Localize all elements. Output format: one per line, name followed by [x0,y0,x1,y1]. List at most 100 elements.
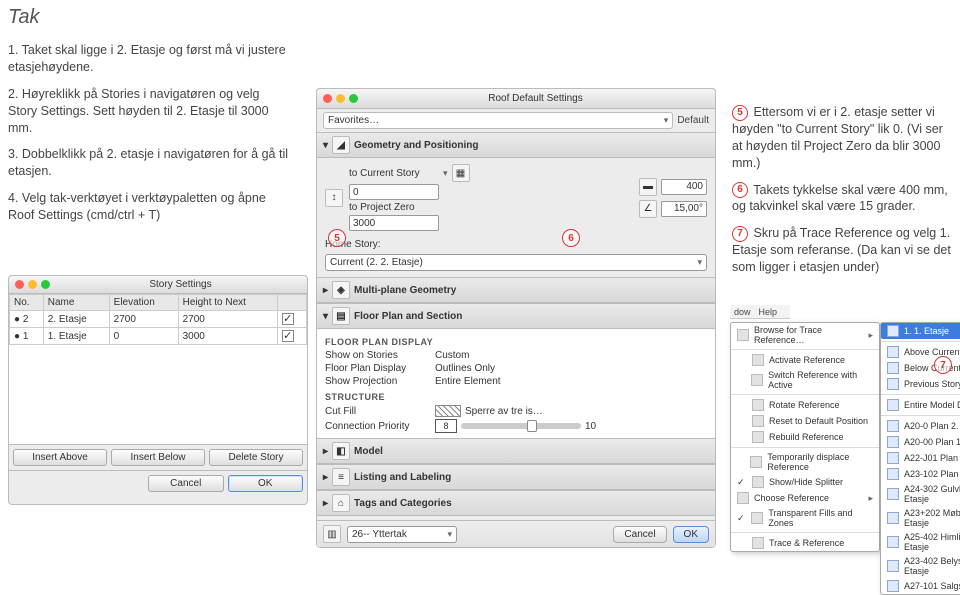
fp-display-row[interactable]: Floor Plan Display Outlines Only [325,362,707,375]
submenu-a22[interactable]: A22-J01 Plan 2. Etasje [881,450,960,466]
zoom-icon[interactable] [41,280,50,289]
submenu-a23-202[interactable]: A23+202 Møbleringsplan 2. Etasje [881,506,960,530]
submenu-a27[interactable]: A27-101 Salgstegning [881,578,960,594]
current-height-input[interactable]: 0 [349,184,439,200]
section-model[interactable]: ▸ ◧ Model [317,438,715,464]
transparent-icon [751,512,763,524]
submenu-1-etasje[interactable]: 1. 1. Etasje [881,323,960,339]
submenu-previous[interactable]: Previous Story [881,376,960,392]
switch-icon [751,374,763,386]
trace-reference-menu: Browse for Trace Reference… Activate Ref… [730,322,880,552]
page-title: Tak [0,0,960,35]
submenu-a25[interactable]: A25-402 Himlingsplan 2. Etasje [881,530,960,554]
section-floorplan[interactable]: ▾ ▤ Floor Plan and Section [317,303,715,329]
table-row[interactable]: ● 2 2. Etasje 2700 2700 [10,311,307,328]
sheet-icon [887,488,899,500]
submenu-display[interactable]: Entire Model Display [881,397,960,413]
close-icon[interactable] [15,280,24,289]
show-projection-row[interactable]: Show Projection Entire Element [325,375,707,388]
col-no: No. [10,295,44,311]
marker-5: 5 [328,229,346,247]
cut-fill-row[interactable]: Cut Fill Sperre av tre is… [325,404,707,418]
menu-choose-reference-2[interactable]: Choose Reference [731,490,879,506]
priority-slider[interactable] [461,423,581,429]
model-icon: ◧ [332,442,350,460]
menu-trace-reference[interactable]: Trace & Reference [731,535,879,551]
minimize-icon[interactable] [336,94,345,103]
close-icon[interactable] [323,94,332,103]
connection-priority-row[interactable]: Connection Priority 8 10 [325,418,707,434]
fp-display-head: FLOOR PLAN DISPLAY [325,333,707,349]
disclosure-icon: ▸ [323,446,328,457]
submenu-a24[interactable]: A24-302 Gulvbeleggsplan 2. Etasje [881,482,960,506]
zoom-icon[interactable] [349,94,358,103]
show-on-stories-row[interactable]: Show on Stories Custom [325,349,707,362]
cancel-button[interactable]: Cancel [613,526,666,543]
chevron-down-icon[interactable]: ▾ [443,168,448,179]
table-row[interactable]: ● 1 1. Etasje 0 3000 [10,328,307,345]
submenu-a20-00[interactable]: A20-00 Plan 1. Etasje [881,434,960,450]
section-tags[interactable]: ▸ ⌂ Tags and Categories [317,490,715,516]
roof-title: Roof Default Settings [362,93,709,104]
sheet-icon [887,536,899,548]
splitter-icon [752,476,764,488]
menu-reset-reference[interactable]: Reset to Default Position [731,413,879,429]
instructions-right: 5 Ettersom vi er i 2. etasje setter vi h… [732,104,952,286]
story-icon [887,325,899,337]
instr-6: 6 Takets tykkelse skal være 400 mm, og t… [732,182,952,216]
priority-value: 8 [435,419,457,433]
structure-head: STRUCTURE [325,388,707,404]
reference-icon[interactable]: ▦ [452,164,470,182]
roof-icon: ◢ [332,136,350,154]
to-current-label: to Current Story [349,168,439,179]
floorplan-icon: ▤ [332,307,350,325]
disclosure-icon: ▸ [323,285,328,296]
insert-above-button[interactable]: Insert Above [13,449,107,466]
delete-story-button[interactable]: Delete Story [209,449,303,466]
menubar-fragment: dow Help [730,305,790,319]
checkbox-icon[interactable] [282,313,294,325]
menu-switch-reference[interactable]: Switch Reference with Active [731,368,879,392]
section-multiplane[interactable]: ▸ ◈ Multi-plane Geometry [317,277,715,303]
checkbox-icon[interactable] [282,330,294,342]
instr-4: 4. Velg tak-verktøyet i verktøypaletten … [8,190,288,224]
chevron-down-icon: ▾ [697,257,702,268]
menu-rebuild-reference[interactable]: Rebuild Reference [731,429,879,445]
sheet-icon [887,512,899,524]
sheet-icon [887,420,899,432]
menu-transparent-fills[interactable]: Transparent Fills and Zones [731,506,879,530]
disclosure-icon: ▸ [323,472,328,483]
section-listing[interactable]: ▸ ≡ Listing and Labeling [317,464,715,490]
menu-window[interactable]: dow [734,307,751,317]
submenu-a23-402[interactable]: A23-402 Belysningsplan 2. Etasje [881,554,960,578]
submenu-a23-102[interactable]: A23-102 Plan 2. Etasje [881,466,960,482]
zero-height-input[interactable]: 3000 [349,215,439,231]
browse-icon [737,329,749,341]
home-story-dropdown[interactable]: Current (2. 2. Etasje)▾ [325,254,707,271]
insert-below-button[interactable]: Insert Below [111,449,205,466]
favorites-dropdown[interactable]: Favorites…▾ [323,112,673,129]
menu-choose-reference[interactable]: Browse for Trace Reference… [731,323,879,347]
badge-5: 5 [732,105,748,121]
display-icon [887,399,899,411]
col-elev: Elevation [109,295,178,311]
menu-rotate-reference[interactable]: Rotate Reference [731,397,879,413]
menu-show-splitter[interactable]: Show/Hide Splitter [731,474,879,490]
minimize-icon[interactable] [28,280,37,289]
ok-button[interactable]: OK [673,526,709,543]
section-geometry[interactable]: ▾ ◢ Geometry and Positioning [317,132,715,158]
sheet-icon [887,436,899,448]
instr-1: 1. Taket skal ligge i 2. Etasje og først… [8,42,288,76]
submenu-a20-0[interactable]: A20-0 Plan 2. Etasje [881,418,960,434]
thickness-input[interactable]: 400 [661,179,707,195]
layer-dropdown[interactable]: 26-- Yttertak▾ [347,526,457,543]
menu-temp-displace[interactable]: Temporarily displace Reference [731,450,879,474]
menu-activate-reference[interactable]: Activate Reference [731,352,879,368]
activate-icon [752,354,764,366]
ok-button[interactable]: OK [228,475,304,492]
cancel-button[interactable]: Cancel [148,475,224,492]
layer-icon[interactable]: ▥ [323,525,341,543]
angle-input[interactable]: 15,00° [661,201,707,217]
disclosure-icon: ▾ [323,140,328,151]
menu-help[interactable]: Help [759,307,778,317]
